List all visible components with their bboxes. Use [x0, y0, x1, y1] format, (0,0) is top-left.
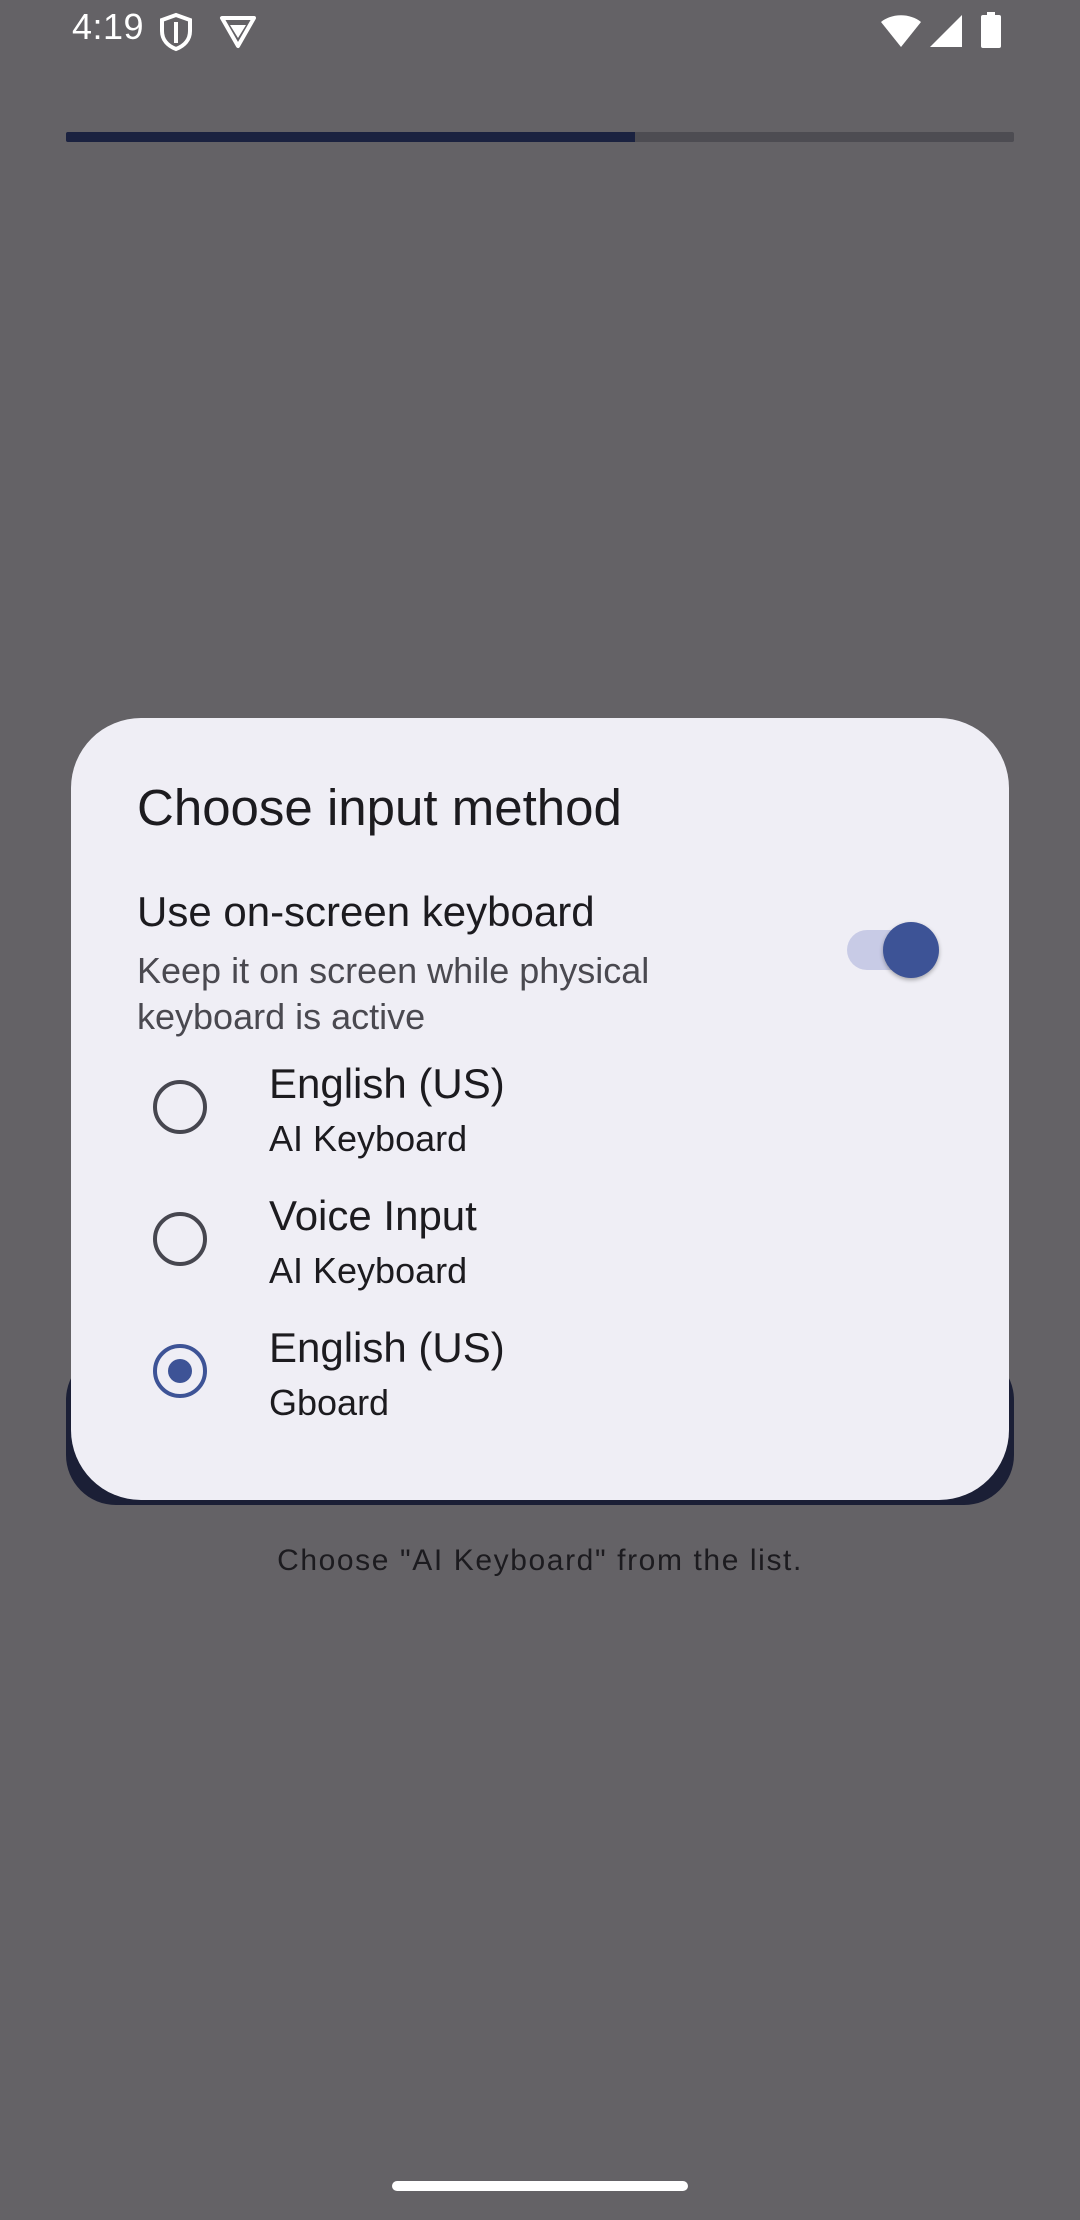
option-voice-input[interactable]: Voice Input AI Keyboard [71, 1172, 1009, 1304]
option-title: English (US) [269, 1060, 505, 1107]
wifi-icon [880, 14, 922, 53]
radio-button[interactable] [153, 1080, 207, 1134]
signal-icon [928, 14, 964, 53]
option-title: Voice Input [269, 1192, 477, 1239]
status-time: 4:19 [72, 6, 145, 47]
option-title: English (US) [269, 1324, 505, 1371]
keyboard-toggle-switch[interactable] [847, 920, 939, 980]
input-method-dialog: Choose input method Use on-screen keyboa… [71, 718, 1009, 1500]
battery-icon [980, 12, 1002, 53]
radio-button[interactable] [153, 1212, 207, 1266]
progress-fill [66, 132, 635, 142]
radio-button-selected[interactable] [153, 1344, 207, 1398]
option-subtitle: AI Keyboard [269, 1250, 468, 1291]
instruction-text: Choose "AI Keyboard" from the list. [277, 1544, 803, 1577]
option-english-gboard[interactable]: English (US) Gboard [71, 1304, 1009, 1436]
radio-selected-dot [168, 1359, 192, 1383]
option-subtitle: AI Keyboard [269, 1118, 468, 1159]
switch-thumb [883, 922, 939, 978]
toggle-subtitle: Keep it on screen while physical keyboar… [137, 950, 650, 1037]
dialog-title: Choose input method [137, 779, 622, 836]
option-subtitle: Gboard [269, 1382, 390, 1423]
toggle-title: Use on-screen keyboard [137, 888, 595, 935]
vpn-icon [218, 12, 258, 57]
option-english-ai-keyboard[interactable]: English (US) AI Keyboard [71, 1040, 1009, 1172]
shield-icon [158, 12, 194, 57]
status-bar: 4:19 [0, 0, 1080, 64]
setup-progress-bar [66, 132, 1014, 142]
home-indicator[interactable] [392, 2181, 688, 2191]
